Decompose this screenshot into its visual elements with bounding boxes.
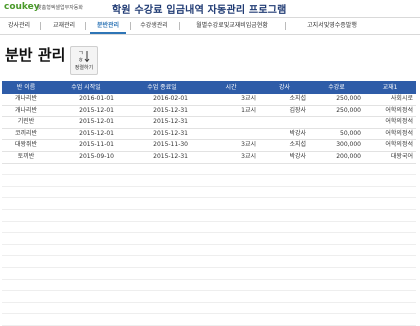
table-row[interactable]: 대왕쥐반 2015-11-01 2015-11-30 3교시 소지섭 300,0… <box>2 140 416 152</box>
cell-class-name[interactable]: 개나리반 <box>2 106 50 117</box>
nav-bar: 강사관리 교재관리 분반관리 수강생관리 월별수강료및교재비입금현황 고지서및영… <box>0 17 420 35</box>
active-tab-indicator <box>90 32 126 34</box>
table-row[interactable]: 토끼반 2015-09-10 2015-12-31 3교시 박강사 200,00… <box>2 152 416 164</box>
cell-class-name[interactable]: 개나리반 <box>2 94 50 105</box>
sort-button[interactable]: ㄱ ㅎ 정렬하기 <box>70 46 98 75</box>
cell-fee[interactable]: 50,000 <box>309 129 364 140</box>
empty-row[interactable] <box>2 280 416 292</box>
nav-item-invoices[interactable]: 고지서및영수증발행 <box>290 18 374 34</box>
svg-text:ㅎ: ㅎ <box>78 57 84 63</box>
cell-textbook[interactable]: 사회시로 <box>364 94 416 105</box>
cell-start-date[interactable]: 2015-12-01 <box>50 117 122 128</box>
cell-teacher[interactable]: 소지섭 <box>260 94 309 105</box>
cell-time[interactable]: 3교시 <box>202 152 260 163</box>
column-header-fee[interactable]: 수강료 <box>309 81 364 94</box>
nav-divider <box>285 22 286 30</box>
nav-item-students[interactable]: 수강생관리 <box>134 18 174 34</box>
cell-time[interactable]: 1교시 <box>202 106 260 117</box>
cell-textbook[interactable]: 어학의정석 <box>364 129 416 140</box>
logo: coukey <box>4 2 40 12</box>
cell-class-name[interactable]: 대왕쥐반 <box>2 140 50 151</box>
nav-item-monthly-payments[interactable]: 월별수강료및교재비입금현황 <box>184 18 280 34</box>
nav-divider <box>85 22 86 30</box>
cell-textbook[interactable]: 대왕국어 <box>364 152 416 163</box>
column-header-end-date[interactable]: 수업 종료일 <box>122 81 202 94</box>
cell-fee[interactable]: 250,000 <box>309 94 364 105</box>
cell-teacher[interactable]: 소지섭 <box>260 140 309 151</box>
cell-start-date[interactable]: 2016-01-01 <box>50 94 122 105</box>
nav-item-textbooks[interactable]: 교재관리 <box>48 18 80 34</box>
nav-divider <box>40 22 41 30</box>
cell-teacher[interactable]: 박강사 <box>260 152 309 163</box>
cell-fee[interactable]: 200,000 <box>309 152 364 163</box>
cell-time[interactable] <box>202 129 260 140</box>
app-title: 학원 수강료 입금내역 자동관리 프로그램 <box>112 5 287 16</box>
empty-row[interactable] <box>2 164 416 176</box>
nav-item-teachers[interactable]: 강사관리 <box>4 18 34 34</box>
empty-row[interactable] <box>2 245 416 257</box>
cell-fee[interactable]: 250,000 <box>309 106 364 117</box>
logo-subtitle: 맞춤형엑셀업무자동화 <box>37 5 84 11</box>
svg-text:ㄱ: ㄱ <box>78 50 84 57</box>
empty-row[interactable] <box>2 175 416 187</box>
empty-row[interactable] <box>2 233 416 245</box>
empty-row[interactable] <box>2 222 416 234</box>
cell-teacher[interactable] <box>260 117 309 128</box>
table-row[interactable]: 개나리반 2016-01-01 2016-02-01 3교시 소지섭 250,0… <box>2 94 416 106</box>
cell-end-date[interactable]: 2015-12-31 <box>122 129 202 140</box>
cell-time[interactable] <box>202 117 260 128</box>
cell-start-date[interactable]: 2015-11-01 <box>50 140 122 151</box>
cell-start-date[interactable]: 2015-09-10 <box>50 152 122 163</box>
page-title: 분반 관리 <box>5 46 66 64</box>
column-header-teacher[interactable]: 강사 <box>260 81 309 94</box>
cell-textbook[interactable]: 어학의정석 <box>364 140 416 151</box>
table-row[interactable]: 기린반 2015-12-01 2015-12-31 어학의정석 <box>2 117 416 129</box>
table-header: 반 이름 수업 시작일 수업 종료일 시간 강사 수강료 교재1 <box>2 81 416 94</box>
column-header-class-name[interactable]: 반 이름 <box>2 81 50 94</box>
empty-row[interactable] <box>2 187 416 199</box>
empty-row[interactable] <box>2 291 416 303</box>
nav-divider <box>130 22 131 30</box>
empty-row[interactable] <box>2 303 416 315</box>
cell-start-date[interactable]: 2015-12-01 <box>50 129 122 140</box>
cell-end-date[interactable]: 2015-12-31 <box>122 106 202 117</box>
empty-row[interactable] <box>2 256 416 268</box>
cell-textbook[interactable]: 어학의정석 <box>364 106 416 117</box>
nav-divider <box>179 22 180 30</box>
cell-class-name[interactable]: 코끼리반 <box>2 129 50 140</box>
cell-start-date[interactable]: 2015-12-01 <box>50 106 122 117</box>
cell-fee[interactable] <box>309 117 364 128</box>
empty-row[interactable] <box>2 198 416 210</box>
column-header-time[interactable]: 시간 <box>202 81 260 94</box>
cell-end-date[interactable]: 2016-02-01 <box>122 94 202 105</box>
column-header-textbook[interactable]: 교재1 <box>364 81 416 94</box>
table-row[interactable]: 개나리반 2015-12-01 2015-12-31 1교시 김장사 250,0… <box>2 106 416 118</box>
cell-class-name[interactable]: 토끼반 <box>2 152 50 163</box>
cell-end-date[interactable]: 2015-11-30 <box>122 140 202 151</box>
cell-time[interactable]: 3교시 <box>202 140 260 151</box>
cell-fee[interactable]: 300,000 <box>309 140 364 151</box>
classes-table: 반 이름 수업 시작일 수업 종료일 시간 강사 수강료 교재1 개나리반 20… <box>2 81 416 326</box>
empty-row[interactable] <box>2 268 416 280</box>
sort-button-label: 정렬하기 <box>74 65 94 71</box>
column-header-start-date[interactable]: 수업 시작일 <box>50 81 122 94</box>
cell-textbook[interactable]: 어학의정석 <box>364 117 416 128</box>
cell-end-date[interactable]: 2015-12-31 <box>122 117 202 128</box>
cell-teacher[interactable]: 김장사 <box>260 106 309 117</box>
empty-row[interactable] <box>2 314 416 326</box>
top-header: coukey 맞춤형엑셀업무자동화 학원 수강료 입금내역 자동관리 프로그램 <box>0 0 420 16</box>
cell-time[interactable]: 3교시 <box>202 94 260 105</box>
empty-row[interactable] <box>2 210 416 222</box>
cell-end-date[interactable]: 2015-12-31 <box>122 152 202 163</box>
cell-class-name[interactable]: 기린반 <box>2 117 50 128</box>
cell-teacher[interactable]: 박강사 <box>260 129 309 140</box>
table-row[interactable]: 코끼리반 2015-12-01 2015-12-31 박강사 50,000 어학… <box>2 129 416 141</box>
